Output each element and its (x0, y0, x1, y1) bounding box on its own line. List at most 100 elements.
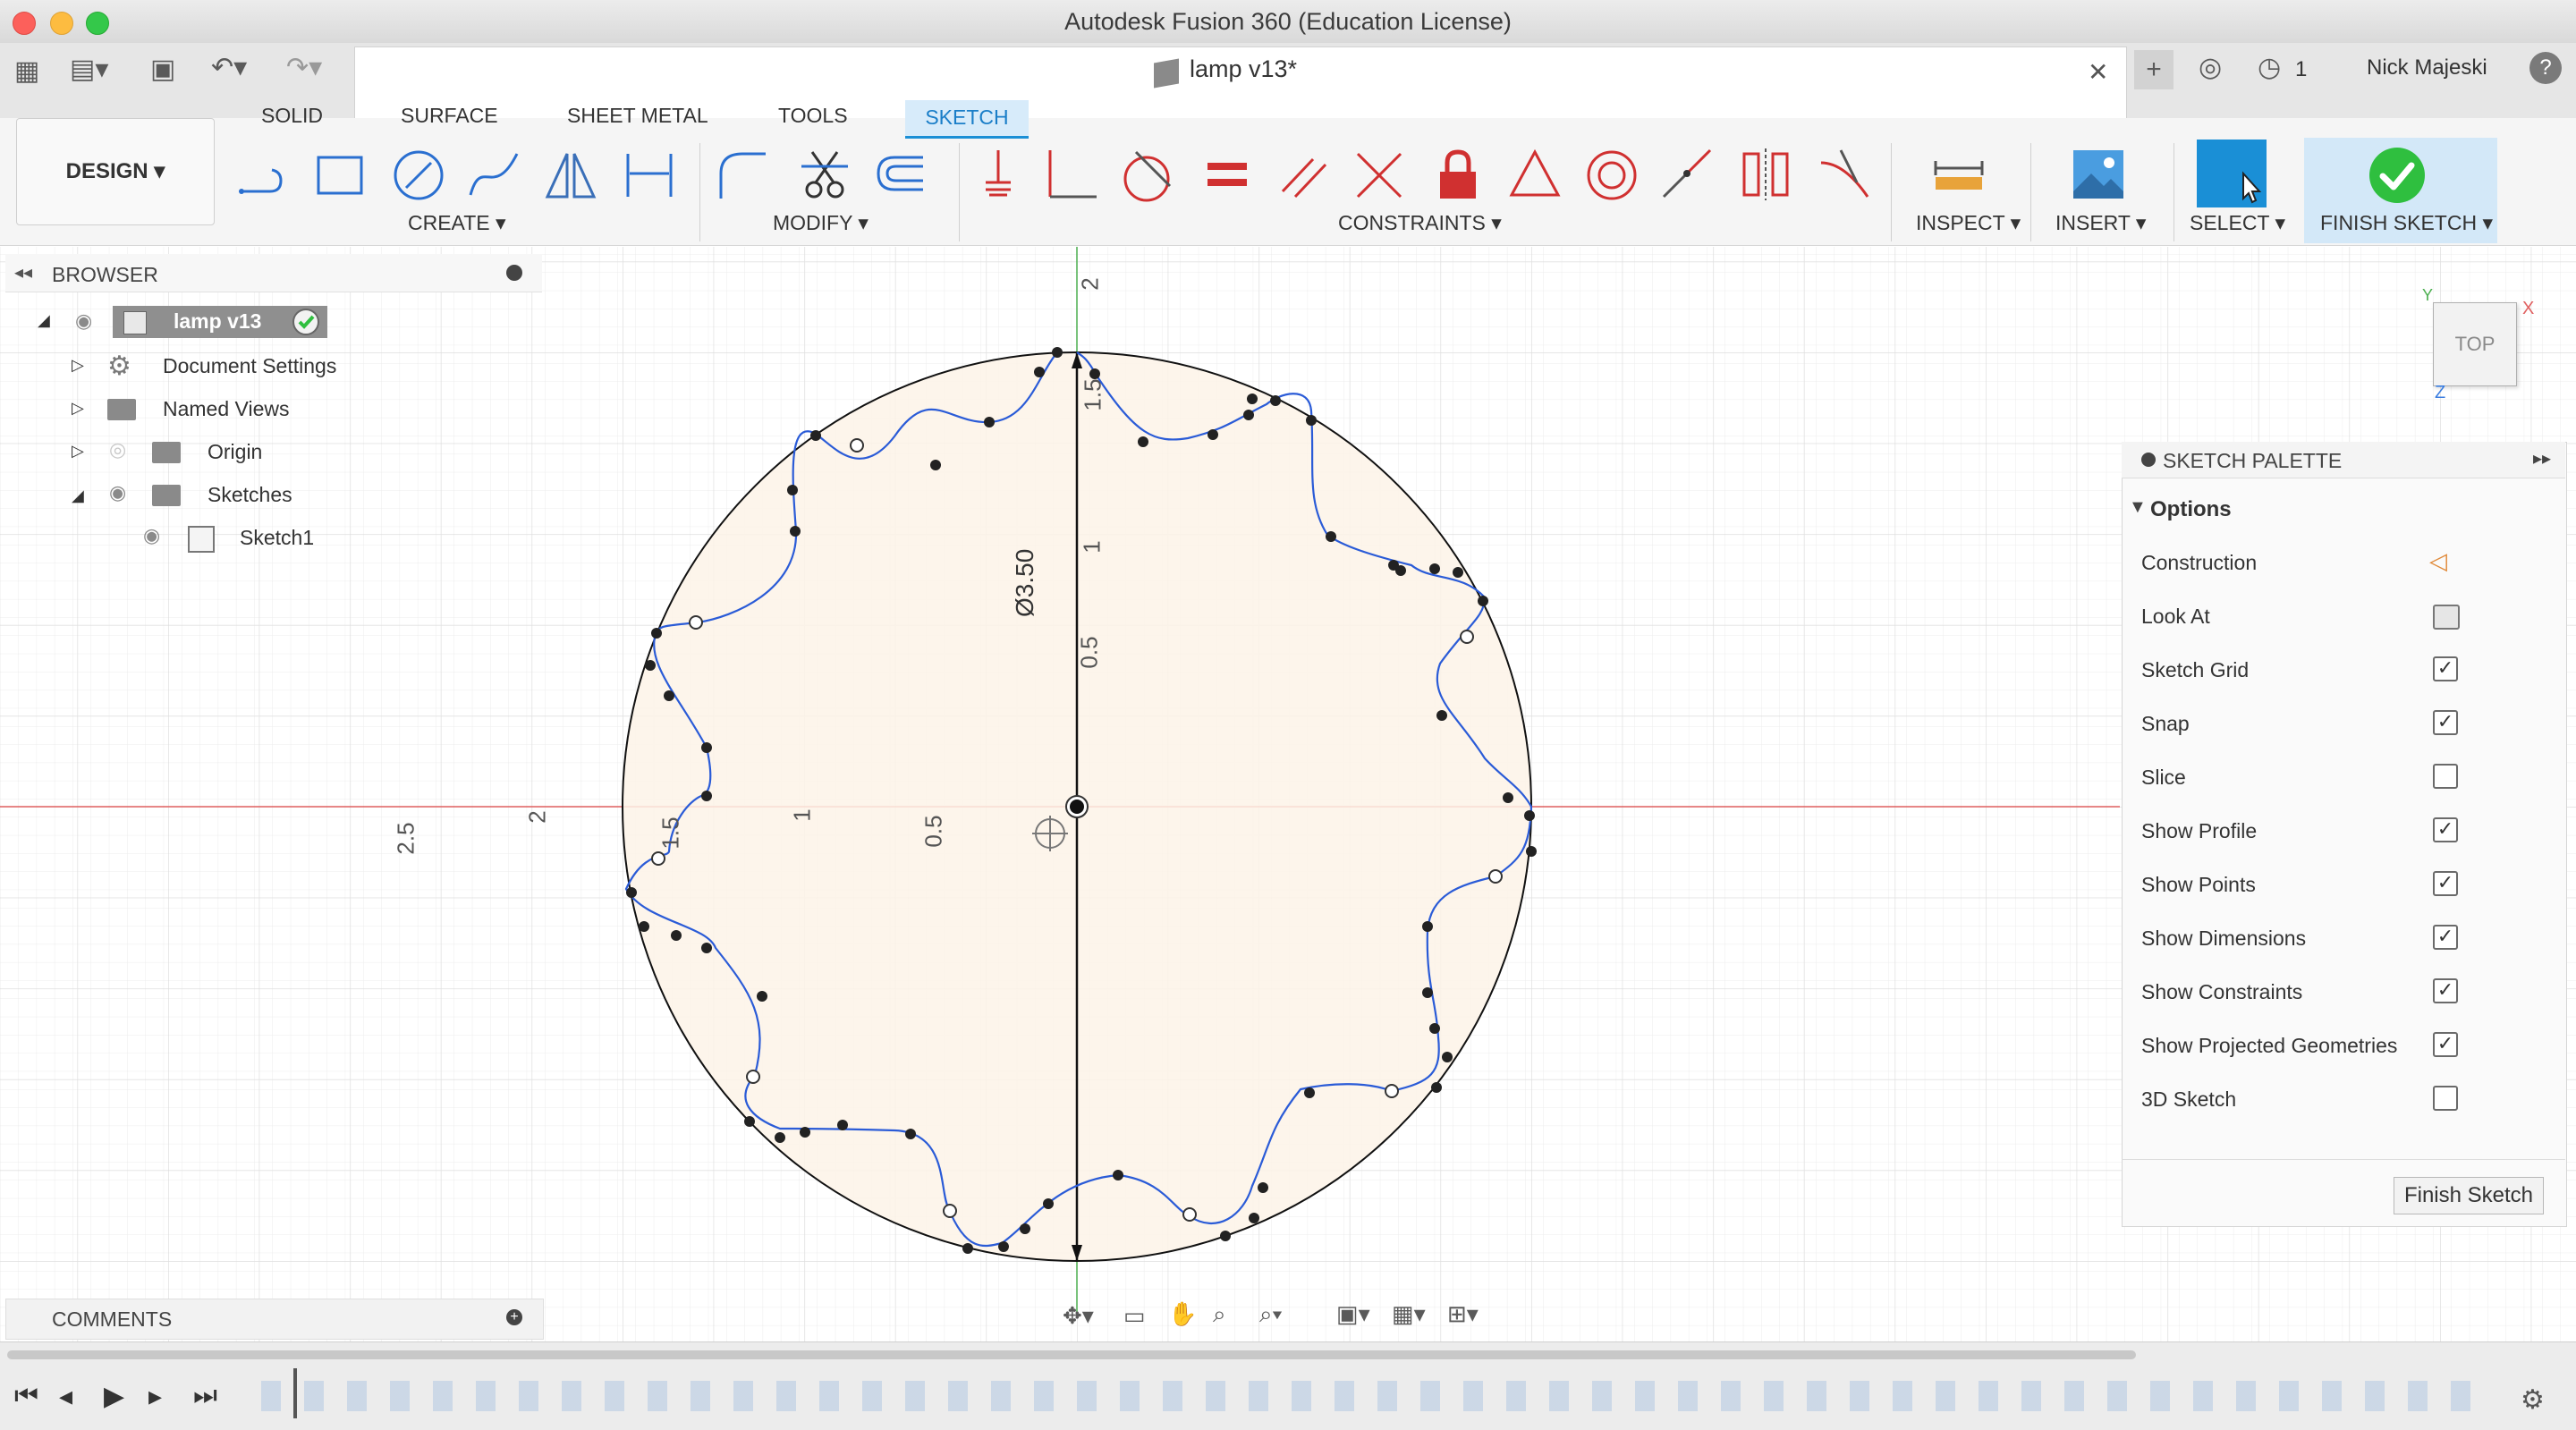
tree-toggle-icon[interactable]: ▷ (72, 356, 84, 375)
concentric-icon[interactable] (1585, 147, 1639, 202)
workspace-switcher[interactable]: DESIGN ▾ (16, 118, 215, 225)
perpendicular-icon[interactable] (1352, 147, 1406, 202)
timeline-scrollbar[interactable] (7, 1350, 2136, 1359)
redo-icon[interactable]: ↷▾ (286, 52, 322, 83)
parallel-icon[interactable] (1277, 147, 1331, 202)
tree-toggle-icon[interactable]: ◢ (72, 487, 84, 505)
grid-settings-icon[interactable]: ▦▾ (1392, 1300, 1426, 1328)
curvature-icon[interactable] (1818, 147, 1871, 202)
spline-icon[interactable] (467, 147, 521, 202)
create-menu[interactable]: CREATE ▾ (408, 211, 506, 235)
tree-toggle-icon[interactable]: ▷ (72, 399, 84, 418)
add-comment-icon[interactable]: + (506, 1309, 522, 1325)
step-back-icon[interactable]: ◂ (59, 1381, 72, 1412)
select-menu[interactable]: SELECT ▾ (2190, 211, 2285, 235)
data-panel-icon[interactable]: ◎ (2199, 52, 2222, 83)
close-tab-icon[interactable]: ✕ (2088, 57, 2108, 87)
modify-menu[interactable]: MODIFY ▾ (773, 211, 869, 235)
show-points-checkbox[interactable]: ✓ (2433, 871, 2458, 896)
help-icon[interactable]: ? (2529, 52, 2562, 84)
line-icon[interactable] (234, 147, 288, 202)
visibility-eye-icon[interactable]: ◉ (109, 481, 126, 504)
collapse-browser-icon[interactable]: ◂◂ (14, 261, 32, 283)
look-at-nav-icon[interactable]: ▭ (1123, 1302, 1146, 1330)
new-tab-button[interactable]: + (2134, 50, 2174, 89)
rectangle-icon[interactable] (313, 147, 367, 202)
insert-image-icon[interactable] (2072, 147, 2125, 202)
tab-surface[interactable]: SURFACE (401, 104, 498, 128)
finish-sketch-check-icon[interactable] (2368, 147, 2426, 204)
visibility-eye-icon[interactable]: ◉ (143, 524, 160, 547)
dimension-icon[interactable] (623, 147, 676, 202)
fix-unfix-icon[interactable] (1431, 147, 1485, 202)
collinear-icon[interactable] (1660, 147, 1714, 202)
inspect-menu[interactable]: INSPECT ▾ (1916, 211, 2021, 235)
slice-checkbox[interactable] (2433, 764, 2458, 789)
tab-tools[interactable]: TOOLS (778, 104, 848, 128)
tree-toggle-icon[interactable]: ◢ (38, 311, 50, 330)
measure-icon[interactable] (1932, 147, 1986, 202)
show-projected-geometries-checkbox[interactable]: ✓ (2433, 1032, 2458, 1057)
go-to-end-icon[interactable]: ⏭ (193, 1381, 217, 1411)
coincident-icon[interactable] (971, 147, 1025, 202)
tab-solid[interactable]: SOLID (261, 104, 323, 128)
diameter-dimension-label[interactable]: Ø3.50 (1011, 549, 1039, 617)
offset-icon[interactable] (873, 147, 927, 202)
browser-pin-icon[interactable] (506, 265, 522, 281)
equal-icon[interactable] (1202, 147, 1256, 202)
visibility-eye-icon[interactable]: ◉ (75, 309, 92, 333)
look-at-icon[interactable] (2433, 605, 2460, 630)
3d-sketch-checkbox[interactable] (2433, 1086, 2458, 1111)
tree-item-sketches[interactable]: Sketches (208, 483, 292, 507)
snap-checkbox[interactable]: ✓ (2433, 710, 2458, 735)
hidden-eye-icon[interactable]: ◎ (109, 438, 126, 461)
active-check-icon[interactable] (292, 308, 320, 336)
timeline-settings-gear-icon[interactable]: ⚙ (2521, 1384, 2545, 1416)
tab-sketch[interactable]: SKETCH (905, 100, 1029, 139)
viewcube[interactable]: TOP (2433, 302, 2517, 386)
options-toggle-icon[interactable]: ▼ (2129, 497, 2147, 518)
play-icon[interactable]: ▶ (104, 1381, 124, 1412)
select-icon[interactable] (2197, 140, 2267, 207)
pan-hand-icon[interactable]: ✋ (1168, 1300, 1197, 1328)
sketch-grid-checkbox[interactable]: ✓ (2433, 656, 2458, 681)
zoom-icon[interactable]: ⌕ (1213, 1300, 1226, 1329)
midpoint-icon[interactable] (1508, 147, 1562, 202)
tangent-icon[interactable] (1120, 147, 1174, 202)
save-icon[interactable]: ▣ (150, 54, 175, 85)
circle-icon[interactable] (392, 147, 445, 202)
mirror-icon[interactable] (544, 147, 597, 202)
show-constraints-checkbox[interactable]: ✓ (2433, 978, 2458, 1003)
job-status-icon[interactable]: ◷ (2258, 52, 2281, 83)
display-settings-icon[interactable]: ▣▾ (1336, 1300, 1370, 1328)
undo-icon[interactable]: ↶▾ (211, 52, 247, 83)
fillet-icon[interactable] (716, 147, 769, 202)
tree-item-origin[interactable]: Origin (208, 440, 262, 464)
tree-item-sketch1[interactable]: Sketch1 (240, 526, 314, 550)
zoom-window-icon[interactable]: ⌕▾ (1259, 1300, 1282, 1329)
timeline-features[interactable] (261, 1381, 2479, 1411)
constraints-menu[interactable]: CONSTRAINTS ▾ (1338, 211, 1502, 235)
show-dimensions-checkbox[interactable]: ✓ (2433, 925, 2458, 950)
viewports-icon[interactable]: ⊞▾ (1447, 1300, 1479, 1328)
tree-toggle-icon[interactable]: ▷ (72, 442, 84, 461)
expand-palette-icon[interactable]: ▸▸ (2533, 447, 2551, 470)
show-profile-checkbox[interactable]: ✓ (2433, 817, 2458, 842)
insert-menu[interactable]: INSERT ▾ (2055, 211, 2146, 235)
app-grid-icon[interactable]: ▦ (14, 55, 39, 87)
symmetry-icon[interactable] (1739, 147, 1792, 202)
finish-sketch-menu[interactable]: FINISH SKETCH ▾ (2320, 211, 2493, 235)
orbit-icon[interactable]: ✥▾ (1063, 1302, 1094, 1330)
trim-icon[interactable] (798, 147, 852, 202)
horizontal-vertical-icon[interactable] (1045, 147, 1098, 202)
step-forward-icon[interactable]: ▸ (148, 1381, 162, 1412)
palette-pin-icon[interactable] (2141, 453, 2156, 467)
user-name[interactable]: Nick Majeski (2367, 55, 2487, 80)
tab-sheet-metal[interactable]: SHEET METAL (567, 104, 708, 128)
tree-item-named-views[interactable]: Named Views (163, 397, 289, 421)
finish-sketch-button[interactable]: Finish Sketch (2394, 1177, 2544, 1214)
go-to-start-icon[interactable]: ⏮ (14, 1381, 38, 1411)
construction-icon[interactable]: ◁ (2429, 547, 2447, 575)
file-menu-icon[interactable]: ▤▾ (70, 54, 108, 85)
palette-section-options[interactable]: Options (2150, 497, 2232, 522)
